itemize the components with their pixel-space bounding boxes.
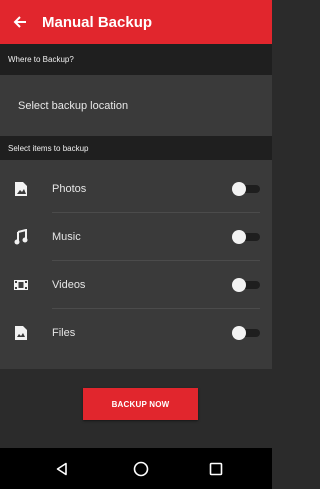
select-backup-location-label: Select backup location — [18, 99, 129, 112]
backup-items-list: Photos Music Videos Files — [0, 160, 272, 369]
item-label-music: Music — [52, 231, 81, 243]
backup-now-button[interactable]: BACKUP NOW — [83, 388, 198, 420]
photo-file-icon — [15, 182, 27, 196]
app-bar: Manual Backup — [0, 0, 272, 44]
list-item-music[interactable]: Music — [0, 213, 272, 261]
list-item-photos[interactable]: Photos — [0, 165, 272, 213]
music-toggle[interactable] — [232, 230, 260, 244]
select-backup-location[interactable]: Select backup location — [0, 75, 272, 136]
nav-recents-button[interactable] — [191, 448, 241, 489]
home-circle-icon — [133, 461, 149, 476]
video-film-icon — [14, 280, 28, 290]
system-nav-bar — [0, 448, 272, 489]
where-to-backup-header: Where to Backup? — [0, 44, 272, 75]
music-note-icon — [14, 229, 28, 245]
list-item-videos[interactable]: Videos — [0, 261, 272, 309]
back-triangle-icon — [56, 462, 67, 475]
item-label-videos: Videos — [52, 279, 86, 291]
page-title: Manual Backup — [42, 13, 153, 31]
videos-toggle[interactable] — [232, 278, 260, 292]
button-area: BACKUP NOW — [0, 369, 272, 448]
files-toggle[interactable] — [232, 326, 260, 340]
list-item-files[interactable]: Files — [0, 309, 272, 357]
arrow-left-icon — [13, 16, 26, 28]
document-file-icon — [15, 326, 27, 340]
item-label-files: Files — [52, 327, 76, 339]
item-label-photos: Photos — [52, 183, 87, 195]
photos-toggle[interactable] — [232, 182, 260, 196]
nav-home-button[interactable] — [116, 448, 166, 489]
select-items-header: Select items to backup — [0, 136, 272, 160]
nav-back-button[interactable] — [37, 448, 87, 489]
back-button[interactable] — [0, 0, 40, 44]
recents-square-icon — [209, 462, 223, 475]
